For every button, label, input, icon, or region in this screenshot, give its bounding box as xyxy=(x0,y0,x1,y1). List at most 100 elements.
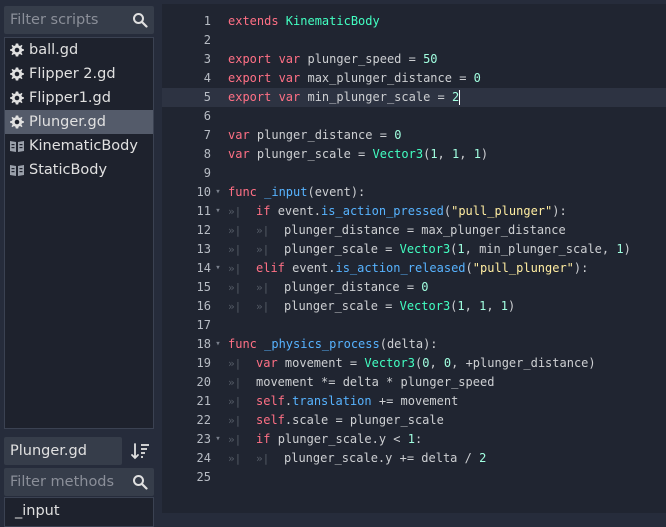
code-line[interactable]: 7 var plunger_distance = 0 xyxy=(162,126,666,145)
code-token: , min_plunger_scale, xyxy=(464,242,617,256)
code-token: : xyxy=(414,432,423,446)
script-item[interactable]: KinematicBody xyxy=(5,134,153,158)
tab-indent-icon: »| xyxy=(228,262,242,275)
code-token: event. xyxy=(292,261,336,275)
code-token: 1 xyxy=(473,147,481,161)
code-token: plunger_speed = xyxy=(307,52,424,66)
fold-arrow-icon[interactable]: ▾ xyxy=(212,202,224,221)
code-token: 1 xyxy=(616,242,624,256)
code-token: var xyxy=(256,356,285,370)
code-token: plunger_distance = max_plunger_distance xyxy=(284,223,566,237)
code-token: Vector3 xyxy=(399,242,451,256)
code-line[interactable]: 23 ▾ »| if plunger_scale.y < 1: xyxy=(162,430,666,449)
code-token: export xyxy=(228,71,279,85)
code-token: plunger_scale = xyxy=(256,147,373,161)
code-token: 50 xyxy=(423,52,438,66)
script-item[interactable]: Flipper 2.gd xyxy=(5,62,153,86)
tab-indent-icon: »| xyxy=(256,300,270,313)
code-line[interactable]: 12 »| »| plunger_distance = max_plunger_dis… xyxy=(162,221,666,240)
code-token: is_action_pressed xyxy=(321,204,444,218)
code-token: , xyxy=(459,147,474,161)
fold-arrow-icon[interactable]: ▾ xyxy=(212,259,224,278)
code-line[interactable]: 11 ▾ »| if event.is_action_pressed("pull_pl… xyxy=(162,202,666,221)
code-token: (event): xyxy=(307,185,366,199)
line-number: 24 xyxy=(196,451,211,465)
line-number: 13 xyxy=(196,242,211,256)
code-line[interactable]: 15 »| »| plunger_distance = 0 xyxy=(162,278,666,297)
line-number: 2 xyxy=(203,33,211,47)
text-caret xyxy=(459,90,461,105)
methods-list: _input xyxy=(4,497,154,527)
script-item[interactable]: Flipper1.gd xyxy=(5,86,153,110)
tab-indent-icon: »| xyxy=(256,452,270,465)
code-line[interactable]: 20 »| movement *= delta * plunger_speed xyxy=(162,373,666,392)
code-line[interactable]: 6 xyxy=(162,107,666,126)
code-token: plunger_distance = xyxy=(256,128,395,142)
code-text: plunger_scale = Vector3(1, 1, 1) xyxy=(284,297,515,316)
code-editor[interactable]: 1 extends KinematicBody 2 3 export var plung… xyxy=(162,4,666,513)
code-line[interactable]: 17 xyxy=(162,316,666,335)
code-token: Vector3 xyxy=(364,356,415,370)
script-item[interactable]: StaticBody xyxy=(5,158,153,182)
code-token: func xyxy=(228,337,265,351)
tab-indent-icon: »| xyxy=(228,395,242,408)
filter-methods-input[interactable] xyxy=(4,468,124,496)
code-line[interactable]: 9 xyxy=(162,164,666,183)
gear-icon xyxy=(9,114,25,130)
code-token: ): xyxy=(573,261,589,275)
code-line[interactable]: 5 export var min_plunger_scale = 2 xyxy=(162,88,666,107)
filter-scripts-field[interactable] xyxy=(4,6,154,34)
fold-arrow-icon[interactable]: ▾ xyxy=(212,335,224,354)
code-line[interactable]: 10 ▾ func _input(event): xyxy=(162,183,666,202)
code-token: (delta): xyxy=(379,337,438,351)
line-number: 10 xyxy=(196,185,211,199)
filter-methods-field[interactable] xyxy=(4,468,154,496)
sort-icon[interactable] xyxy=(126,437,154,465)
code-token: _input xyxy=(264,185,308,199)
code-line[interactable]: 18 ▾ func _physics_process(delta): xyxy=(162,335,666,354)
code-line[interactable]: 4 export var max_plunger_distance = 0 xyxy=(162,69,666,88)
code-token: export xyxy=(228,90,279,104)
code-line[interactable]: 24 »| »| plunger_scale.y += delta / 2 xyxy=(162,449,666,468)
code-line[interactable]: 14 ▾ »| elif event.is_action_released("pull… xyxy=(162,259,666,278)
filter-scripts-input[interactable] xyxy=(4,6,124,34)
code-token: 2 xyxy=(451,90,460,104)
code-line[interactable]: 19 »| var movement = Vector3(0, 0, +plunge… xyxy=(162,354,666,373)
code-token: plunger_scale = xyxy=(284,242,400,256)
script-item-label: Flipper1.gd xyxy=(29,90,111,106)
line-number: 8 xyxy=(203,147,211,161)
tab-indent-icon: »| xyxy=(256,243,270,256)
code-token: movement = xyxy=(284,356,365,370)
code-line[interactable]: 13 »| »| plunger_scale = Vector3(1, min_plu… xyxy=(162,240,666,259)
fold-arrow-icon[interactable]: ▾ xyxy=(212,183,224,202)
code-text: plunger_scale = Vector3(1, min_plunger_s… xyxy=(284,240,631,259)
code-text: if event.is_action_pressed("pull_plunger… xyxy=(256,202,567,221)
code-line[interactable]: 3 export var plunger_speed = 50 xyxy=(162,50,666,69)
fold-arrow-icon[interactable]: ▾ xyxy=(212,430,224,449)
search-icon[interactable] xyxy=(132,12,148,28)
script-item[interactable]: Plunger.gd xyxy=(5,110,153,134)
code-line[interactable]: 16 »| »| plunger_scale = Vector3(1, 1, 1) xyxy=(162,297,666,316)
code-line[interactable]: 1 extends KinematicBody xyxy=(162,12,666,31)
code-token: 0 xyxy=(473,71,481,85)
code-line[interactable]: 25 xyxy=(162,468,666,487)
line-number: 22 xyxy=(196,413,211,427)
code-line[interactable]: 8 var plunger_scale = Vector3(1, 1, 1) xyxy=(162,145,666,164)
line-number: 3 xyxy=(203,52,211,66)
code-line[interactable]: 21 »| self.translation += movement xyxy=(162,392,666,411)
code-line[interactable]: 22 »| self.scale = plunger_scale xyxy=(162,411,666,430)
code-text: var plunger_scale = Vector3(1, 1, 1) xyxy=(228,145,488,164)
search-icon[interactable] xyxy=(132,474,148,490)
code-token: min_plunger_scale = xyxy=(307,90,452,104)
line-number: 4 xyxy=(203,71,211,85)
script-item-label: Plunger.gd xyxy=(29,114,106,130)
code-token: elif xyxy=(256,261,293,275)
code-line[interactable]: 2 xyxy=(162,31,666,50)
code-token: _physics_process xyxy=(264,337,380,351)
tab-indent-icon: »| xyxy=(228,281,242,294)
method-item[interactable]: _input xyxy=(15,503,60,519)
code-token: 1 xyxy=(430,147,438,161)
code-text: if plunger_scale.y < 1: xyxy=(256,430,422,449)
code-token: ) xyxy=(480,147,489,161)
script-item[interactable]: ball.gd xyxy=(5,38,153,62)
